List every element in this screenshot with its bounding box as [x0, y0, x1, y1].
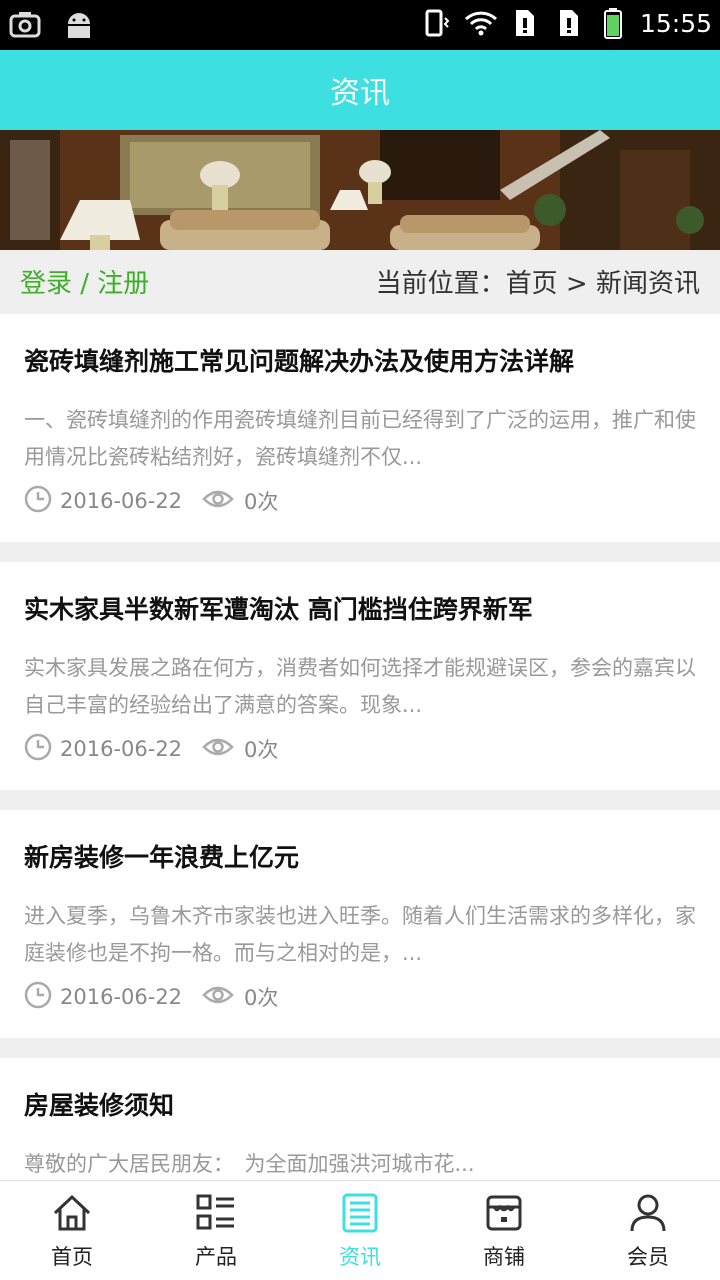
- battery-icon: [596, 6, 630, 40]
- article-views: 0次: [244, 738, 279, 762]
- eye-icon: [202, 984, 234, 1011]
- article-excerpt: 进入夏季，乌鲁木齐市家装也进入旺季。随着人们生活需求的多样化，家庭装修也是不拘一…: [24, 904, 696, 965]
- article-meta: 2016-06-22 0次: [24, 981, 279, 1014]
- nav-item-news[interactable]: 资讯: [288, 1181, 432, 1280]
- nav-label: 商铺: [483, 1245, 525, 1269]
- article-card[interactable]: 房屋装修须知 尊敬的广大居民朋友： 为全面加强洪河城市花...: [0, 1058, 720, 1180]
- nav-label: 资讯: [339, 1245, 381, 1269]
- breadcrumb: 当前位置：首页 > 新闻资讯: [375, 268, 700, 299]
- list-icon: [194, 1191, 238, 1235]
- article-excerpt: 一、瓷砖填缝剂的作用瓷砖填缝剂目前已经得到了广泛的运用，推广和使用情况比瓷砖粘结…: [24, 408, 696, 469]
- clock-icon: [24, 981, 52, 1014]
- nav-label: 产品: [195, 1245, 237, 1269]
- article-excerpt: 实木家具发展之路在何方，消费者如何选择才能规避误区，参会的嘉宾以自己丰富的经验给…: [24, 656, 696, 717]
- nav-item-products[interactable]: 产品: [144, 1181, 288, 1280]
- user-icon: [626, 1191, 670, 1235]
- screenshot-icon: [8, 8, 42, 42]
- article-excerpt: 尊敬的广大居民朋友： 为全面加强洪河城市花...: [24, 1152, 475, 1176]
- article-title[interactable]: 瓷砖填缝剂施工常见问题解决办法及使用方法详解: [24, 342, 574, 378]
- banner-image[interactable]: [0, 130, 720, 250]
- eye-icon: [202, 488, 234, 515]
- clock-icon: [24, 485, 52, 518]
- news-icon: [338, 1191, 382, 1235]
- nav-item-home[interactable]: 首页: [0, 1181, 144, 1280]
- eye-icon: [202, 736, 234, 763]
- page-title: 资讯: [330, 76, 390, 111]
- article-card[interactable]: 实木家具半数新军遭淘汰 高门槛挡住跨界新军 实木家具发展之路在何方，消费者如何选…: [0, 562, 720, 790]
- article-title[interactable]: 新房装修一年浪费上亿元: [24, 838, 299, 874]
- article-card[interactable]: 瓷砖填缝剂施工常见问题解决办法及使用方法详解 一、瓷砖填缝剂的作用瓷砖填缝剂目前…: [0, 314, 720, 542]
- location-bar: 登录 / 注册 当前位置：首页 > 新闻资讯: [0, 250, 720, 312]
- article-views: 0次: [244, 986, 279, 1010]
- vibrate-icon: [420, 6, 454, 40]
- article-title[interactable]: 实木家具半数新军遭淘汰 高门槛挡住跨界新军: [24, 590, 533, 626]
- article-views: 0次: [244, 490, 279, 514]
- status-bar: 15:55: [0, 0, 720, 50]
- article-card[interactable]: 新房装修一年浪费上亿元 进入夏季，乌鲁木齐市家装也进入旺季。随着人们生活需求的多…: [0, 810, 720, 1038]
- store-icon: [482, 1191, 526, 1235]
- article-meta: 2016-06-22 0次: [24, 733, 279, 766]
- wifi-icon: [464, 6, 498, 40]
- header-bar: 资讯: [0, 50, 720, 130]
- android-icon: [62, 8, 96, 42]
- sim-alert-icon: [552, 6, 586, 40]
- clock-icon: [24, 733, 52, 766]
- nav-item-store[interactable]: 商铺: [432, 1181, 576, 1280]
- bottom-nav: 首页 产品 资讯 商铺 会员: [0, 1180, 720, 1280]
- home-icon: [50, 1191, 94, 1235]
- nav-label: 首页: [51, 1245, 93, 1269]
- article-title[interactable]: 房屋装修须知: [24, 1086, 174, 1122]
- article-date: 2016-06-22: [60, 489, 183, 513]
- login-register-link[interactable]: 登录 / 注册: [20, 263, 149, 300]
- article-meta: 2016-06-22 0次: [24, 485, 279, 518]
- sim-alert-icon: [508, 6, 542, 40]
- status-time: 15:55: [639, 8, 712, 38]
- article-date: 2016-06-22: [60, 737, 183, 761]
- article-date: 2016-06-22: [60, 985, 183, 1009]
- nav-label: 会员: [627, 1245, 669, 1269]
- nav-item-member[interactable]: 会员: [576, 1181, 720, 1280]
